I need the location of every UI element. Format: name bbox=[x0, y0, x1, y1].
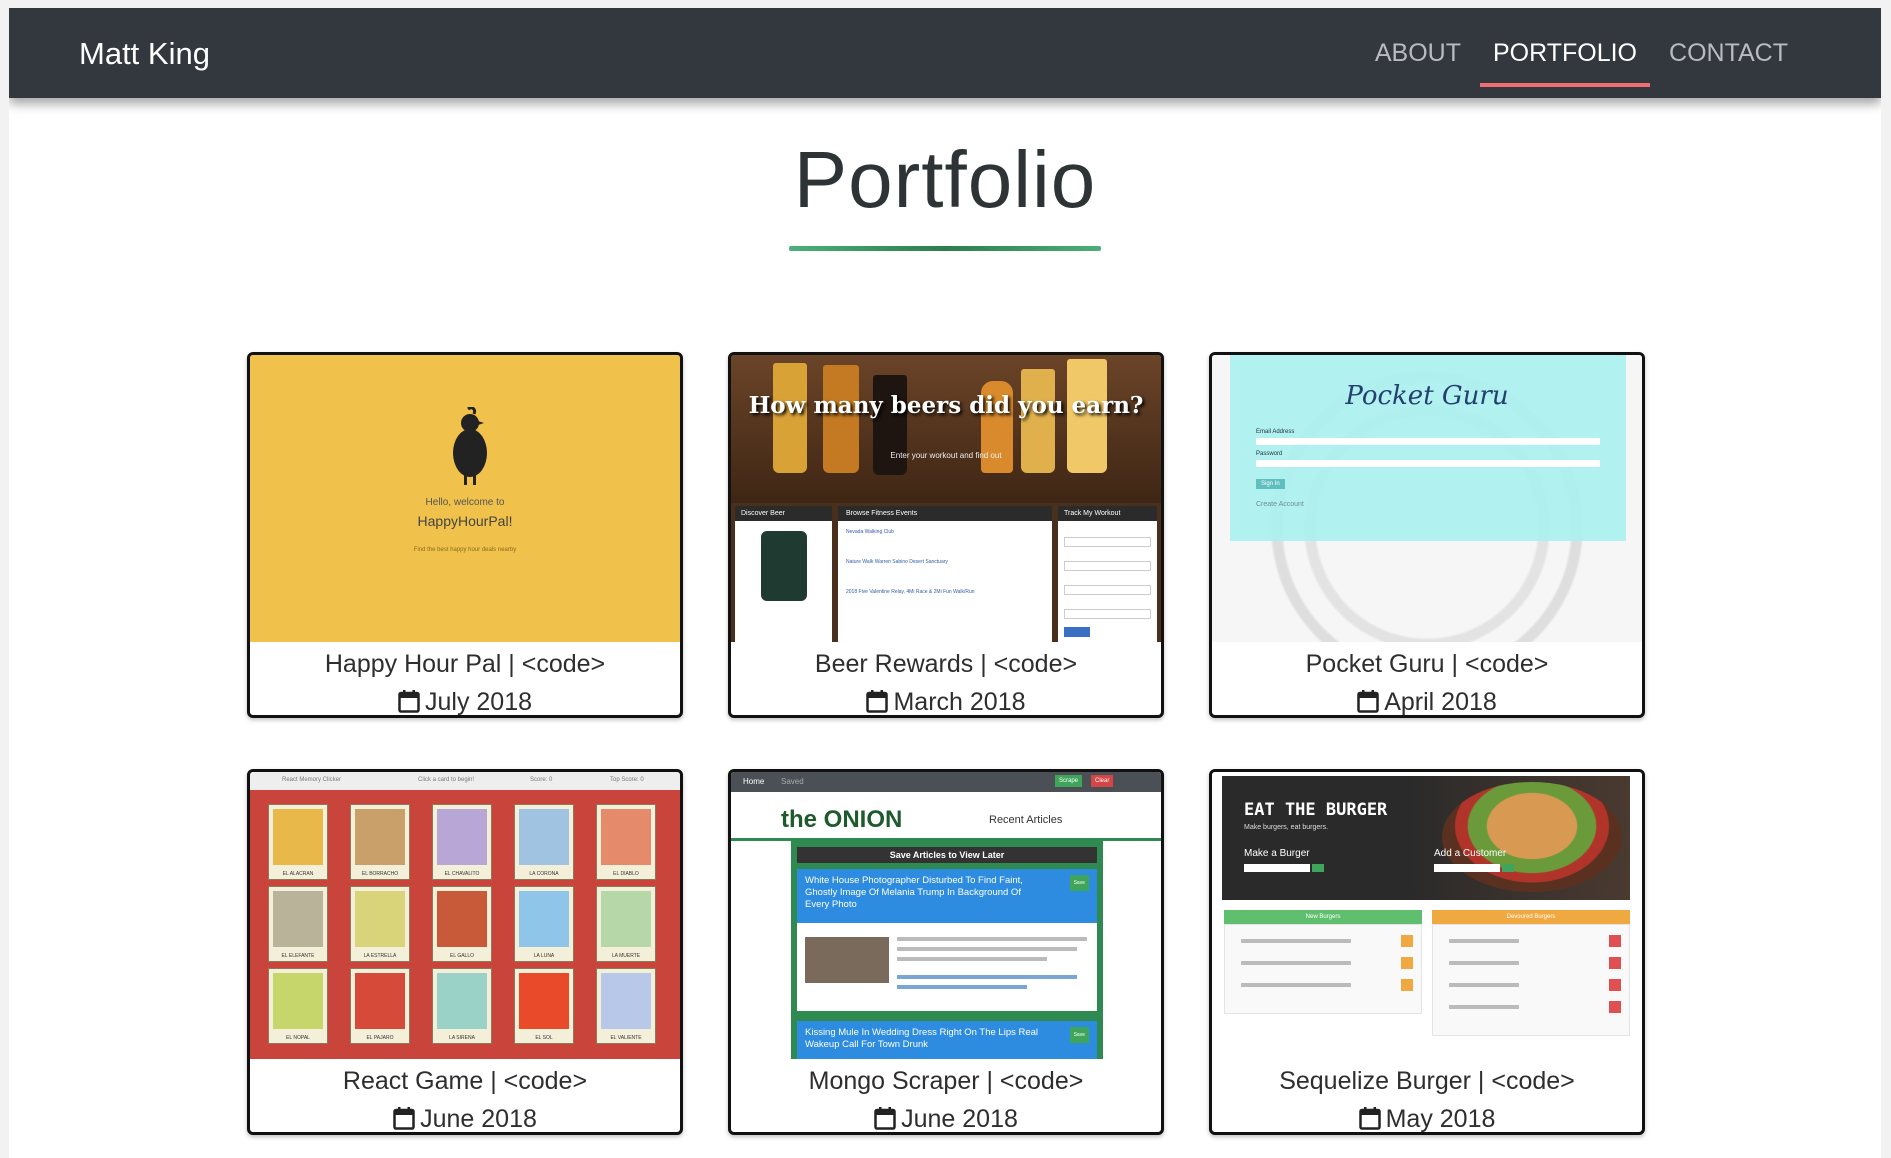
calendar-icon bbox=[393, 1107, 415, 1130]
project-thumbnail[interactable]: React Memory Clicker Click a card to beg… bbox=[250, 772, 680, 1059]
loteria-card-label: EL VALIENTE bbox=[610, 1035, 642, 1041]
loteria-card[interactable]: LA LUNA bbox=[514, 886, 574, 962]
card-date: June 2018 bbox=[250, 1105, 680, 1133]
loteria-card[interactable]: EL BORRACHO bbox=[350, 804, 410, 880]
project-thumbnail[interactable]: Hello, welcome to HappyHourPal! Find the… bbox=[250, 355, 680, 642]
beer-can-image bbox=[760, 531, 807, 601]
project-thumbnail[interactable]: EAT THE BURGER Make burgers, eat burgers… bbox=[1212, 772, 1642, 1059]
nav-link-contact[interactable]: CONTACT bbox=[1656, 8, 1801, 98]
loteria-card[interactable]: EL ALACRAN bbox=[268, 804, 328, 880]
project-card-pocket-guru[interactable]: Pocket Guru Email Address Password Sign … bbox=[1209, 352, 1645, 718]
loteria-card[interactable]: EL ELEFANTE bbox=[268, 886, 328, 962]
loteria-card[interactable]: EL VALIENTE bbox=[596, 968, 656, 1044]
calendar-icon bbox=[874, 1107, 896, 1130]
card-date-text: May 2018 bbox=[1385, 1105, 1496, 1133]
thumb-app-name: Pocket Guru bbox=[1345, 381, 1509, 411]
loteria-card[interactable]: EL NOPAL bbox=[268, 968, 328, 1044]
loteria-card[interactable]: EL PAJARO bbox=[350, 968, 410, 1044]
saved-articles-panel-title: Save Articles to View Later bbox=[797, 847, 1097, 863]
navbar: Matt King ABOUT PORTFOLIO CONTACT bbox=[9, 8, 1881, 98]
loteria-card[interactable]: EL SOL bbox=[514, 968, 574, 1044]
loteria-card-label: EL CHAVALITO bbox=[444, 871, 480, 877]
calendar-icon bbox=[1357, 690, 1379, 713]
card-title[interactable]: Mongo Scraper | <code> bbox=[731, 1067, 1161, 1096]
project-card-beer-rewards[interactable]: How many beers did you earn? Enter your … bbox=[728, 352, 1164, 718]
thumb-headline: How many beers did you earn? bbox=[748, 392, 1144, 419]
loteria-card-label: EL PAJARO bbox=[366, 1035, 394, 1041]
loteria-card-label: LA ESTRELLA bbox=[363, 953, 397, 959]
loteria-card-label: LA LUNA bbox=[533, 953, 555, 959]
loteria-card[interactable]: EL GALLO bbox=[432, 886, 492, 962]
thumb-headline: EAT THE BURGER bbox=[1244, 800, 1388, 820]
project-card-happy-hour-pal[interactable]: Hello, welcome to HappyHourPal! Find the… bbox=[247, 352, 683, 718]
card-date-text: March 2018 bbox=[893, 688, 1026, 716]
card-title[interactable]: Happy Hour Pal | <code> bbox=[250, 650, 680, 679]
loteria-card-label: EL DIABLO bbox=[613, 871, 639, 877]
loteria-card-label: EL BORRACHO bbox=[361, 871, 399, 877]
project-thumbnail[interactable]: Pocket Guru Email Address Password Sign … bbox=[1212, 355, 1642, 642]
loteria-card[interactable]: EL DIABLO bbox=[596, 804, 656, 880]
project-card-sequelize-burger[interactable]: EAT THE BURGER Make burgers, eat burgers… bbox=[1209, 769, 1645, 1135]
thumb-app-name: HappyHourPal! bbox=[417, 513, 513, 529]
card-date-text: June 2018 bbox=[901, 1105, 1018, 1133]
page-title: Portfolio bbox=[793, 135, 1097, 224]
onion-logo: the ONION bbox=[781, 806, 903, 833]
project-card-mongo-scraper[interactable]: Home Saved Scrape Clear the ONION Recent… bbox=[728, 769, 1164, 1135]
card-title[interactable]: Sequelize Burger | <code> bbox=[1212, 1067, 1642, 1096]
loteria-card-label: EL ALACRAN bbox=[282, 871, 314, 877]
calendar-icon bbox=[398, 690, 420, 713]
nav-links: ABOUT PORTFOLIO CONTACT bbox=[1356, 8, 1801, 98]
calendar-icon bbox=[866, 690, 889, 713]
panel-browse-events: Browse Fitness Events bbox=[838, 506, 1052, 521]
card-date-text: April 2018 bbox=[1384, 688, 1497, 716]
card-title[interactable]: Pocket Guru | <code> bbox=[1212, 650, 1642, 679]
thumb-subtitle: Enter your workout and find out bbox=[890, 451, 1002, 460]
loteria-card-label: EL ELEFANTE bbox=[281, 953, 315, 959]
card-date: April 2018 bbox=[1212, 688, 1642, 716]
project-card-react-game[interactable]: React Memory Clicker Click a card to beg… bbox=[247, 769, 683, 1135]
card-date: July 2018 bbox=[250, 688, 680, 716]
project-thumbnail[interactable]: Home Saved Scrape Clear the ONION Recent… bbox=[731, 772, 1161, 1059]
card-title[interactable]: Beer Rewards | <code> bbox=[731, 650, 1161, 679]
thumb-tagline: Find the best happy hour deals nearby bbox=[413, 547, 517, 553]
loteria-card[interactable]: LA SIRENA bbox=[432, 968, 492, 1044]
loteria-card-label: LA MUERTE bbox=[611, 953, 641, 959]
panel-discover-beer: Discover Beer bbox=[735, 506, 832, 521]
card-date-text: July 2018 bbox=[424, 688, 533, 716]
card-date-text: June 2018 bbox=[420, 1105, 537, 1133]
page: Matt King ABOUT PORTFOLIO CONTACT Portfo… bbox=[9, 8, 1881, 1158]
loteria-card-label: LA CORONA bbox=[529, 871, 559, 877]
loteria-card-label: LA SIRENA bbox=[449, 1035, 475, 1041]
card-date: May 2018 bbox=[1212, 1105, 1642, 1133]
loteria-card[interactable]: LA CORONA bbox=[514, 804, 574, 880]
loteria-card[interactable]: LA MUERTE bbox=[596, 886, 656, 962]
brand-logo[interactable]: Matt King bbox=[79, 36, 210, 72]
quail-icon bbox=[453, 407, 487, 485]
project-thumbnail[interactable]: How many beers did you earn? Enter your … bbox=[731, 355, 1161, 642]
card-title[interactable]: React Game | <code> bbox=[250, 1067, 680, 1096]
calendar-icon bbox=[1358, 1107, 1381, 1130]
loteria-card-label: EL NOPAL bbox=[286, 1035, 310, 1041]
loteria-card[interactable]: EL CHAVALITO bbox=[432, 804, 492, 880]
nav-link-about[interactable]: ABOUT bbox=[1362, 8, 1474, 98]
thumb-greeting: Hello, welcome to bbox=[425, 497, 505, 508]
card-date: June 2018 bbox=[731, 1105, 1161, 1133]
loteria-card[interactable]: LA ESTRELLA bbox=[350, 886, 410, 962]
nav-link-portfolio[interactable]: PORTFOLIO bbox=[1480, 8, 1651, 98]
title-underline bbox=[789, 246, 1101, 251]
card-date: March 2018 bbox=[731, 688, 1161, 716]
panel-track-workout: Track My Workout bbox=[1058, 506, 1157, 521]
loteria-card-label: EL SOL bbox=[535, 1035, 553, 1041]
loteria-card-label: EL GALLO bbox=[450, 953, 474, 959]
